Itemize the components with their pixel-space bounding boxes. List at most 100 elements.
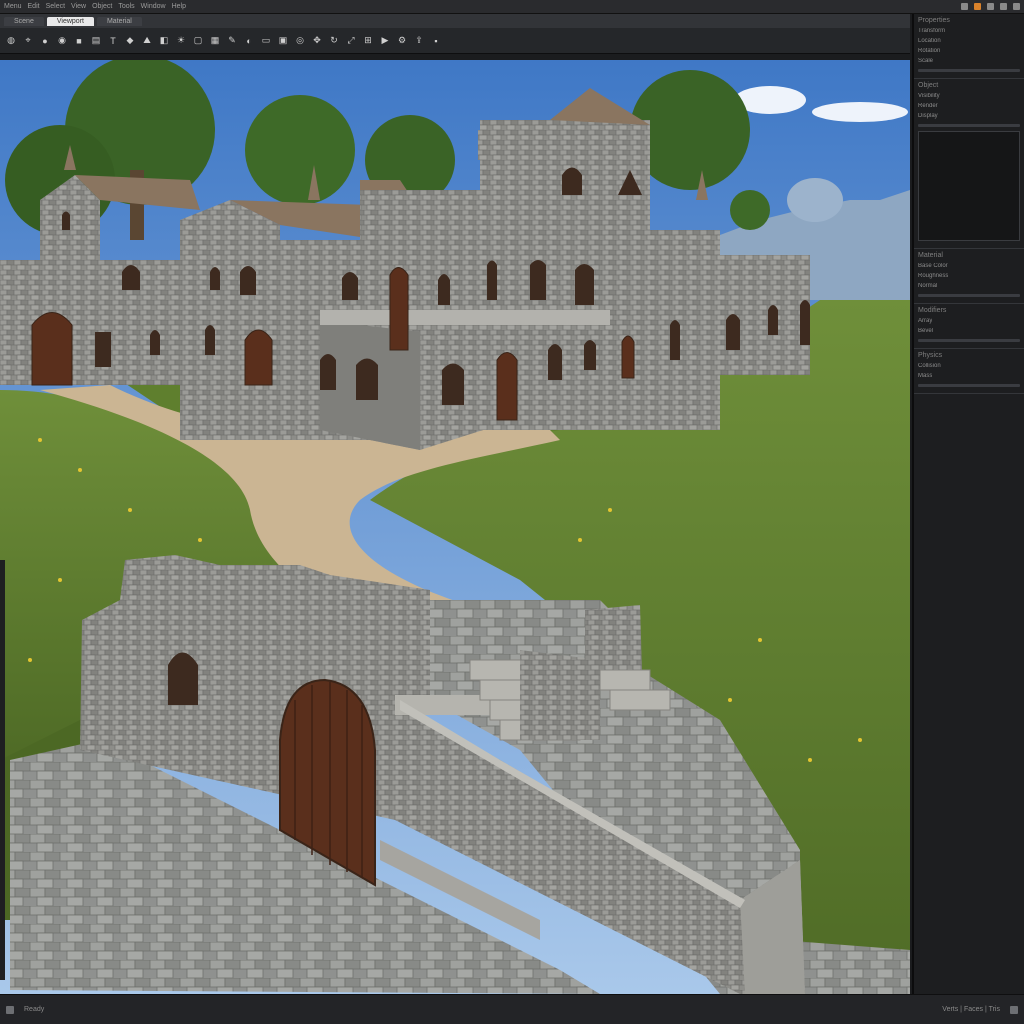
menu-item-0[interactable]: Menu: [4, 3, 22, 10]
panel-section-header[interactable]: Modifiers: [918, 307, 1020, 314]
shapes-icon[interactable]: ◆: [123, 34, 137, 48]
snap-icon[interactable]: ⊞: [361, 34, 375, 48]
preview-box: [918, 131, 1020, 241]
toolbar: ◍ ⌖ ● ◉ ■ ▤ T ◆ ⛰ ◧ ☀ ▢ ▦ ✎ ◐ ▭ ▣ ◎ ✥ ↻ ⤢ ⊞ ▶ ⚙ ⇪ ▪: [0, 28, 910, 54]
property-row[interactable]: Display: [918, 111, 1020, 121]
scale-icon[interactable]: ⤢: [344, 34, 358, 48]
property-row[interactable]: Array: [918, 316, 1020, 326]
tab-material[interactable]: Material: [96, 16, 142, 26]
text-icon[interactable]: T: [106, 34, 120, 48]
world-icon[interactable]: ◉: [55, 34, 69, 48]
layers-icon[interactable]: ▤: [89, 34, 103, 48]
tray-app-icon[interactable]: [961, 3, 968, 10]
node-icon[interactable]: ◎: [293, 34, 307, 48]
property-label: Collision: [918, 363, 941, 369]
panel-section-title: Physics: [918, 352, 943, 359]
property-row[interactable]: Visibility: [918, 91, 1020, 101]
tab-strip: Scene Viewport Material: [0, 14, 910, 28]
property-label: Mass: [918, 373, 933, 379]
menu-item-6[interactable]: Window: [141, 3, 166, 10]
property-row[interactable]: Bevel: [918, 326, 1020, 336]
rotate-icon[interactable]: ↻: [327, 34, 341, 48]
camera-icon[interactable]: ◧: [157, 34, 171, 48]
paint-icon[interactable]: ◐: [242, 34, 256, 48]
status-right-text: Verts | Faces | Tris: [942, 1006, 1000, 1013]
property-label: Scale: [918, 58, 934, 64]
property-label: Render: [918, 103, 938, 109]
property-label: Normal: [918, 283, 938, 289]
panel-section-title: Modifiers: [918, 307, 947, 314]
property-label: Array: [918, 318, 933, 324]
tray-app-icon[interactable]: [1013, 3, 1020, 10]
panel-section-header[interactable]: Object: [918, 82, 1020, 89]
tray-app-icon[interactable]: [1000, 3, 1007, 10]
grid-icon[interactable]: ▦: [208, 34, 222, 48]
property-row[interactable]: Transform: [918, 26, 1020, 36]
brush-icon[interactable]: ✎: [225, 34, 239, 48]
save-icon[interactable]: ▪: [429, 34, 443, 48]
frame-icon[interactable]: ▢: [191, 34, 205, 48]
viewport-3d[interactable]: [0, 60, 910, 994]
export-icon[interactable]: ⇪: [412, 34, 426, 48]
panel-section-header[interactable]: Material: [918, 252, 1020, 259]
eraser-icon[interactable]: ▭: [259, 34, 273, 48]
property-row[interactable]: Scale: [918, 56, 1020, 66]
property-row[interactable]: Base Color: [918, 261, 1020, 271]
property-label: Visibility: [918, 93, 940, 99]
panel-divider: [918, 339, 1020, 342]
tray-app-icon[interactable]: [974, 3, 981, 10]
property-row[interactable]: Mass: [918, 371, 1020, 381]
sphere-icon[interactable]: ●: [38, 34, 52, 48]
panel-section: Properties Transform Location Rotation Scale: [914, 14, 1024, 79]
terrain-icon[interactable]: ⛰: [140, 34, 154, 48]
panel-section-title: Material: [918, 252, 943, 259]
tab-scene[interactable]: Scene: [4, 16, 44, 26]
panel-divider: [918, 69, 1020, 72]
move-icon[interactable]: ✥: [310, 34, 324, 48]
panel-divider: [918, 294, 1020, 297]
image-icon[interactable]: ▣: [276, 34, 290, 48]
menu-item-5[interactable]: Tools: [118, 3, 134, 10]
property-label: Transform: [918, 28, 946, 34]
property-row[interactable]: Render: [918, 101, 1020, 111]
panel-section-title: Properties: [918, 17, 950, 24]
settings-icon[interactable]: ⚙: [395, 34, 409, 48]
property-label: Display: [918, 113, 938, 119]
panel-section: Physics Collision Mass: [914, 349, 1024, 394]
property-label: Location: [918, 38, 941, 44]
panel-section: Material Base Color Roughness Normal: [914, 249, 1024, 304]
light-icon[interactable]: ☀: [174, 34, 188, 48]
property-label: Rotation: [918, 48, 941, 54]
viewport-left-gutter: [0, 560, 5, 980]
scene-render: [0, 60, 910, 994]
tray-app-icon[interactable]: [987, 3, 994, 10]
properties-panel: Properties Transform Location Rotation Scale…: [912, 14, 1024, 994]
status-icon: [6, 1005, 14, 1014]
menu-item-4[interactable]: Object: [92, 3, 112, 10]
panel-section-header[interactable]: Physics: [918, 352, 1020, 359]
property-row[interactable]: Collision: [918, 361, 1020, 371]
select-icon[interactable]: ⌖: [21, 34, 35, 48]
panel-section: Modifiers Array Bevel: [914, 304, 1024, 349]
panel-section-title: Object: [918, 82, 939, 89]
panel-divider: [918, 384, 1020, 387]
property-label: Bevel: [918, 328, 934, 334]
status-icon[interactable]: [1010, 1005, 1018, 1014]
panel-divider: [918, 124, 1020, 127]
property-row[interactable]: Normal: [918, 281, 1020, 291]
property-row[interactable]: Roughness: [918, 271, 1020, 281]
menu-item-2[interactable]: Select: [46, 3, 65, 10]
menu-item-7[interactable]: Help: [172, 3, 186, 10]
property-label: Roughness: [918, 273, 949, 279]
panel-section: Object Visibility Render Display: [914, 79, 1024, 249]
menu-item-3[interactable]: View: [71, 3, 86, 10]
menu-item-1[interactable]: Edit: [28, 3, 40, 10]
tab-viewport[interactable]: Viewport: [46, 16, 94, 26]
status-bar: Ready Verts | Faces | Tris: [0, 994, 1024, 1024]
panel-section-header[interactable]: Properties: [918, 17, 1020, 24]
property-row[interactable]: Rotation: [918, 46, 1020, 56]
cube-icon[interactable]: ■: [72, 34, 86, 48]
property-row[interactable]: Location: [918, 36, 1020, 46]
globe-icon[interactable]: ◍: [4, 34, 18, 48]
render-icon[interactable]: ▶: [378, 34, 392, 48]
